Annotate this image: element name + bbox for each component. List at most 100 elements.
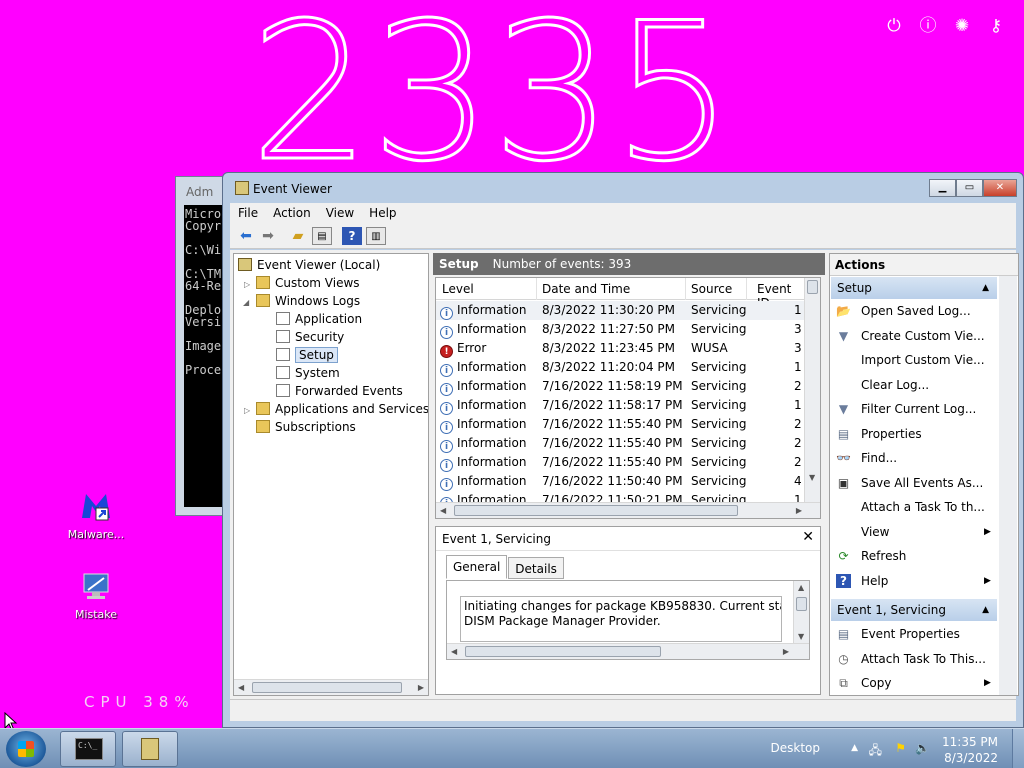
table-row[interactable]: i Information 7/16/2022 11:58:17 PM Servici… — [436, 396, 806, 415]
collapse-up-icon[interactable]: ▲ — [982, 599, 989, 621]
collapse-arrow-icon[interactable]: ◢ — [243, 298, 249, 307]
action-item[interactable]: Attach a Task To th... — [833, 496, 999, 518]
menu-action[interactable]: Action — [265, 203, 318, 223]
close-button[interactable]: ✕ — [983, 179, 1017, 197]
start-button[interactable] — [6, 731, 46, 767]
action-item[interactable]: Clear Log... — [833, 374, 999, 396]
expand-arrow-icon[interactable]: ▷ — [244, 406, 250, 415]
tree-log-system[interactable]: System — [276, 364, 340, 382]
scroll-left-icon[interactable]: ◀ — [440, 503, 446, 518]
menu-view[interactable]: View — [318, 203, 361, 223]
scroll-right-icon[interactable]: ▶ — [418, 680, 424, 695]
action-item[interactable]: Import Custom Vie... — [833, 349, 999, 371]
scroll-thumb[interactable] — [454, 505, 738, 516]
back-icon[interactable]: ⬅ — [236, 227, 256, 245]
expand-arrow-icon[interactable]: ▷ — [244, 280, 250, 289]
action-item[interactable]: 📂 Open Saved Log... — [833, 300, 999, 322]
table-row[interactable]: i Information 8/3/2022 11:27:50 PM Servicin… — [436, 320, 806, 339]
maximize-button[interactable]: ▭ — [956, 179, 983, 197]
desktop-toolbar-label[interactable]: Desktop — [771, 741, 821, 755]
scroll-thumb[interactable] — [252, 682, 402, 693]
tree-log-forwarded[interactable]: Forwarded Events — [276, 382, 403, 400]
taskbar-event-viewer-button[interactable] — [122, 731, 178, 767]
actions-section-event[interactable]: Event 1, Servicing ▲ — [831, 599, 997, 621]
menu-help[interactable]: Help — [361, 203, 403, 223]
tree-root[interactable]: Event Viewer (Local) — [238, 256, 380, 274]
scroll-right-icon[interactable]: ▶ — [783, 644, 789, 660]
action-item[interactable]: ▤ Properties — [833, 423, 999, 445]
table-row[interactable]: i Information 7/16/2022 11:55:40 PM Servici… — [436, 415, 806, 434]
action-item[interactable]: ▤ Event Properties — [833, 623, 999, 645]
scroll-down-icon[interactable]: ▼ — [809, 473, 815, 482]
tree-log-setup[interactable]: Setup — [276, 346, 338, 364]
scroll-up-icon[interactable]: ▲ — [798, 583, 804, 592]
key-icon[interactable]: ⚷ — [986, 16, 1006, 36]
actions-section-setup[interactable]: Setup ▲ — [831, 277, 997, 299]
action-item[interactable]: ▣ Save All Events As... — [833, 472, 999, 494]
scroll-down-icon[interactable]: ▼ — [798, 632, 804, 641]
column-level[interactable]: Level — [442, 282, 474, 296]
tree-log-security[interactable]: Security — [276, 328, 344, 346]
show-hide-action-pane-icon[interactable]: ▥ — [366, 227, 386, 245]
info-icon[interactable]: ⓘ — [918, 16, 938, 36]
action-item[interactable]: ▼ Create Custom Vie... — [833, 325, 999, 347]
show-hide-tree-icon[interactable]: ▤ — [312, 227, 332, 245]
table-row[interactable]: i Information 7/16/2022 11:55:40 PM Servici… — [436, 434, 806, 453]
scroll-thumb[interactable] — [796, 597, 807, 611]
power-icon[interactable]: ⏻ — [884, 16, 904, 36]
action-center-flag-icon[interactable]: ⚑ — [895, 741, 906, 755]
scroll-left-icon[interactable]: ◀ — [238, 680, 244, 695]
action-item[interactable]: ▼ Filter Current Log... — [833, 398, 999, 420]
tab-general[interactable]: General — [446, 555, 508, 579]
event-description[interactable]: Initiating changes for package KB958830.… — [460, 596, 782, 642]
event-list[interactable]: Level Date and Time Source Event ID i Inf… — [435, 277, 821, 519]
show-desktop-button[interactable] — [1012, 729, 1024, 768]
help-icon[interactable]: ? — [342, 227, 362, 245]
event-list-horizontal-scrollbar[interactable]: ◀ ▶ — [436, 502, 820, 518]
tray-clock[interactable]: 11:35 PM 8/3/2022 — [928, 734, 998, 766]
action-item[interactable]: ⟳ Refresh — [833, 545, 999, 567]
tree-horizontal-scrollbar[interactable]: ◀ ▶ — [234, 679, 428, 695]
column-source[interactable]: Source — [691, 282, 732, 296]
title-bar[interactable]: Event Viewer ▁ ▭ ✕ — [223, 173, 1023, 203]
loading-icon[interactable]: ✺ — [952, 16, 972, 36]
tab-details[interactable]: Details — [508, 557, 564, 579]
event-list-vertical-scrollbar[interactable]: ▼ — [804, 278, 820, 502]
action-item[interactable]: ⧉ Copy ▶ — [833, 672, 999, 694]
forward-icon[interactable]: ➡ — [258, 227, 278, 245]
mistake-shortcut[interactable]: Mistake — [60, 568, 132, 621]
table-row[interactable]: i Information 8/3/2022 11:20:04 PM Servicin… — [436, 358, 806, 377]
console-tree[interactable]: Event Viewer (Local) ▷ Custom Views ◢ Wi… — [233, 253, 429, 696]
tree-apps-services[interactable]: Applications and Services Lo — [256, 400, 428, 418]
table-row[interactable]: i Information 7/16/2022 11:58:19 PM Servici… — [436, 377, 806, 396]
table-row[interactable]: i Information 7/16/2022 11:50:40 PM Servici… — [436, 472, 806, 491]
actions-vertical-scrollbar[interactable] — [999, 276, 1017, 695]
tree-custom-views[interactable]: Custom Views — [256, 274, 360, 292]
scroll-right-icon[interactable]: ▶ — [796, 503, 802, 518]
column-date[interactable]: Date and Time — [542, 282, 630, 296]
collapse-up-icon[interactable]: ▲ — [982, 277, 989, 299]
action-item[interactable]: ? Help ▶ — [833, 570, 999, 592]
network-icon[interactable]: 🖧 — [869, 741, 882, 762]
description-horizontal-scrollbar[interactable]: ◀ ▶ — [447, 643, 809, 659]
tree-windows-logs[interactable]: Windows Logs — [256, 292, 360, 310]
minimize-button[interactable]: ▁ — [929, 179, 956, 197]
action-item[interactable]: ◷ Attach Task To This... — [833, 648, 999, 670]
table-row[interactable]: ! Error 8/3/2022 11:23:45 PM WUSA 3 — [436, 339, 806, 358]
close-icon[interactable]: ✕ — [802, 529, 814, 545]
table-row[interactable]: i Information 7/16/2022 11:55:40 PM Servici… — [436, 453, 806, 472]
menu-file[interactable]: File — [230, 203, 265, 223]
scroll-thumb[interactable] — [465, 646, 661, 657]
tree-log-application[interactable]: Application — [276, 310, 362, 328]
taskbar-cmd-button[interactable]: C:\_ — [60, 731, 116, 767]
up-folder-icon[interactable]: ▰ — [288, 227, 308, 245]
tray-expand-icon[interactable]: ▲ — [851, 743, 858, 753]
table-row[interactable]: i Information 8/3/2022 11:30:20 PM Servicin… — [436, 301, 806, 320]
scroll-thumb[interactable] — [807, 280, 818, 294]
action-item[interactable]: View ▶ — [833, 521, 999, 543]
action-item[interactable]: 👓 Find... — [833, 447, 999, 469]
malwarebytes-shortcut[interactable]: Malware... — [60, 488, 132, 541]
scroll-left-icon[interactable]: ◀ — [451, 644, 457, 660]
event-viewer-window[interactable]: Event Viewer ▁ ▭ ✕ File Action View Help… — [222, 172, 1024, 728]
tree-subscriptions[interactable]: Subscriptions — [256, 418, 356, 436]
